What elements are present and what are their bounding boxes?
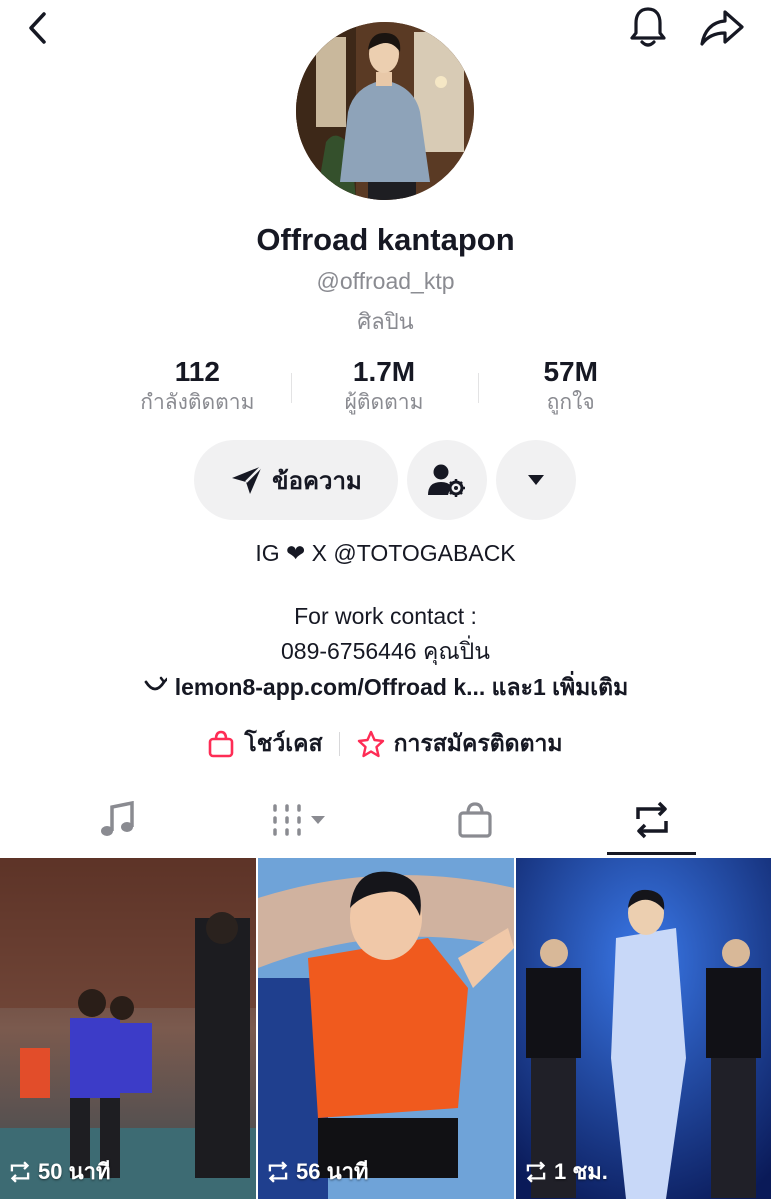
back-arrow-icon[interactable] xyxy=(20,8,56,48)
share-icon[interactable] xyxy=(696,6,748,50)
likes-count: 57M xyxy=(543,356,598,387)
friend-settings-button[interactable] xyxy=(407,440,487,520)
person-gear-icon xyxy=(428,463,466,497)
bio-line: 089-6756446 คุณปิ่น xyxy=(280,638,490,664)
tab-videos[interactable] xyxy=(250,790,350,850)
repost-icon xyxy=(632,801,672,839)
link-icon xyxy=(143,675,168,702)
star-badge-icon xyxy=(356,730,386,758)
bio-link-text: lemon8-app.com/Offroad k... และ1 เพิ่มเต… xyxy=(174,674,629,700)
active-tab-indicator xyxy=(607,852,696,855)
stat-divider xyxy=(478,373,479,403)
video-time: 56 นาที xyxy=(296,1159,369,1184)
following-count: 112 xyxy=(174,356,220,387)
bio-link[interactable]: lemon8-app.com/Offroad k... และ1 เพิ่มเต… xyxy=(0,670,771,706)
extras-row: โชว์เคส การสมัครติดตาม xyxy=(0,726,771,762)
music-note-icon xyxy=(100,801,136,839)
caret-down-icon xyxy=(527,474,545,486)
stats-row: 112 กำลังติดตาม 1.7M ผู้ติดตาม 57M ถูกใจ xyxy=(104,355,664,421)
video-meta: 56 นาที xyxy=(266,1154,368,1189)
tab-music[interactable] xyxy=(73,790,163,850)
stat-following[interactable]: 112 กำลังติดตาม xyxy=(104,355,291,421)
message-label: ข้อความ xyxy=(272,467,362,495)
stat-divider xyxy=(291,373,292,403)
subscription-label: การสมัครติดตาม xyxy=(393,730,563,756)
video-thumbnail[interactable]: 56 นาที xyxy=(258,858,514,1199)
subscription-link[interactable]: การสมัครติดตาม xyxy=(356,726,563,762)
video-grid: 50 นาที 56 นาที 1 ชม. xyxy=(0,858,771,1199)
video-time: 1 ชม. xyxy=(554,1159,608,1184)
avatar[interactable] xyxy=(296,22,474,200)
video-thumbnail[interactable]: 1 ชม. xyxy=(516,858,771,1199)
tab-shop[interactable] xyxy=(430,790,520,850)
video-thumbnail[interactable]: 50 นาที xyxy=(0,858,256,1199)
profile-handle: @offroad_ktp xyxy=(316,268,455,294)
following-label: กำลังติดตาม xyxy=(140,391,255,414)
shopping-bag-icon xyxy=(208,730,234,758)
repost-icon xyxy=(268,1160,288,1183)
video-time: 50 นาที xyxy=(38,1159,111,1184)
profile-name: Offroad kantapon xyxy=(256,222,515,257)
message-button[interactable]: ข้อความ xyxy=(194,440,398,520)
shopping-bag-icon xyxy=(457,801,493,839)
content-tabs xyxy=(0,790,771,856)
bio-line: IG ❤ X @TOTOGABACK xyxy=(255,540,516,566)
repost-icon xyxy=(526,1160,546,1183)
extras-divider xyxy=(338,732,340,756)
grid-icon xyxy=(271,802,329,838)
followers-count: 1.7M xyxy=(352,356,416,387)
stat-followers[interactable]: 1.7M ผู้ติดตาม xyxy=(291,355,478,421)
showcase-link[interactable]: โชว์เคส xyxy=(208,726,323,762)
likes-label: ถูกใจ xyxy=(546,391,595,414)
video-meta: 50 นาที xyxy=(8,1154,110,1189)
send-icon xyxy=(230,464,264,496)
bell-icon[interactable] xyxy=(624,4,672,50)
more-options-button[interactable] xyxy=(496,440,576,520)
profile-category: ศิลปิน xyxy=(357,309,414,334)
bio-line: For work contact : xyxy=(294,603,477,629)
video-meta: 1 ชม. xyxy=(524,1154,608,1189)
repost-icon xyxy=(10,1160,30,1183)
stat-likes: 57M ถูกใจ xyxy=(477,355,664,421)
followers-label: ผู้ติดตาม xyxy=(344,391,424,414)
tab-reposts[interactable] xyxy=(607,790,696,850)
showcase-label: โชว์เคส xyxy=(244,730,323,756)
